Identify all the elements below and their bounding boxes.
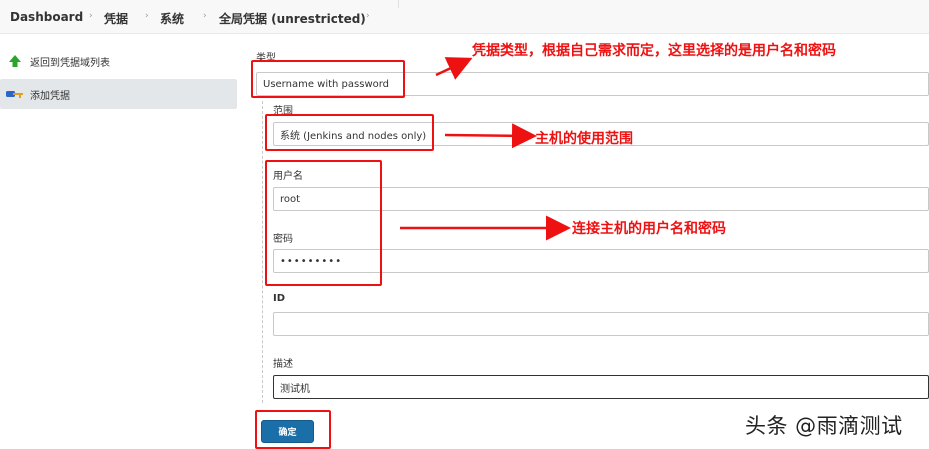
kind-annotation-text: 凭据类型，根据自己需求而定，这里选择的是用户名和密码: [472, 43, 836, 59]
watermark: 头条 @雨滴测试: [745, 414, 903, 438]
kind-arrow: [435, 57, 473, 80]
annotation-arrows: [400, 57, 571, 241]
scope-annotation-text: 主机的使用范围: [535, 131, 633, 147]
credentials-annotation-text: 连接主机的用户名和密码: [572, 221, 726, 237]
scope-arrow: [444, 123, 537, 149]
